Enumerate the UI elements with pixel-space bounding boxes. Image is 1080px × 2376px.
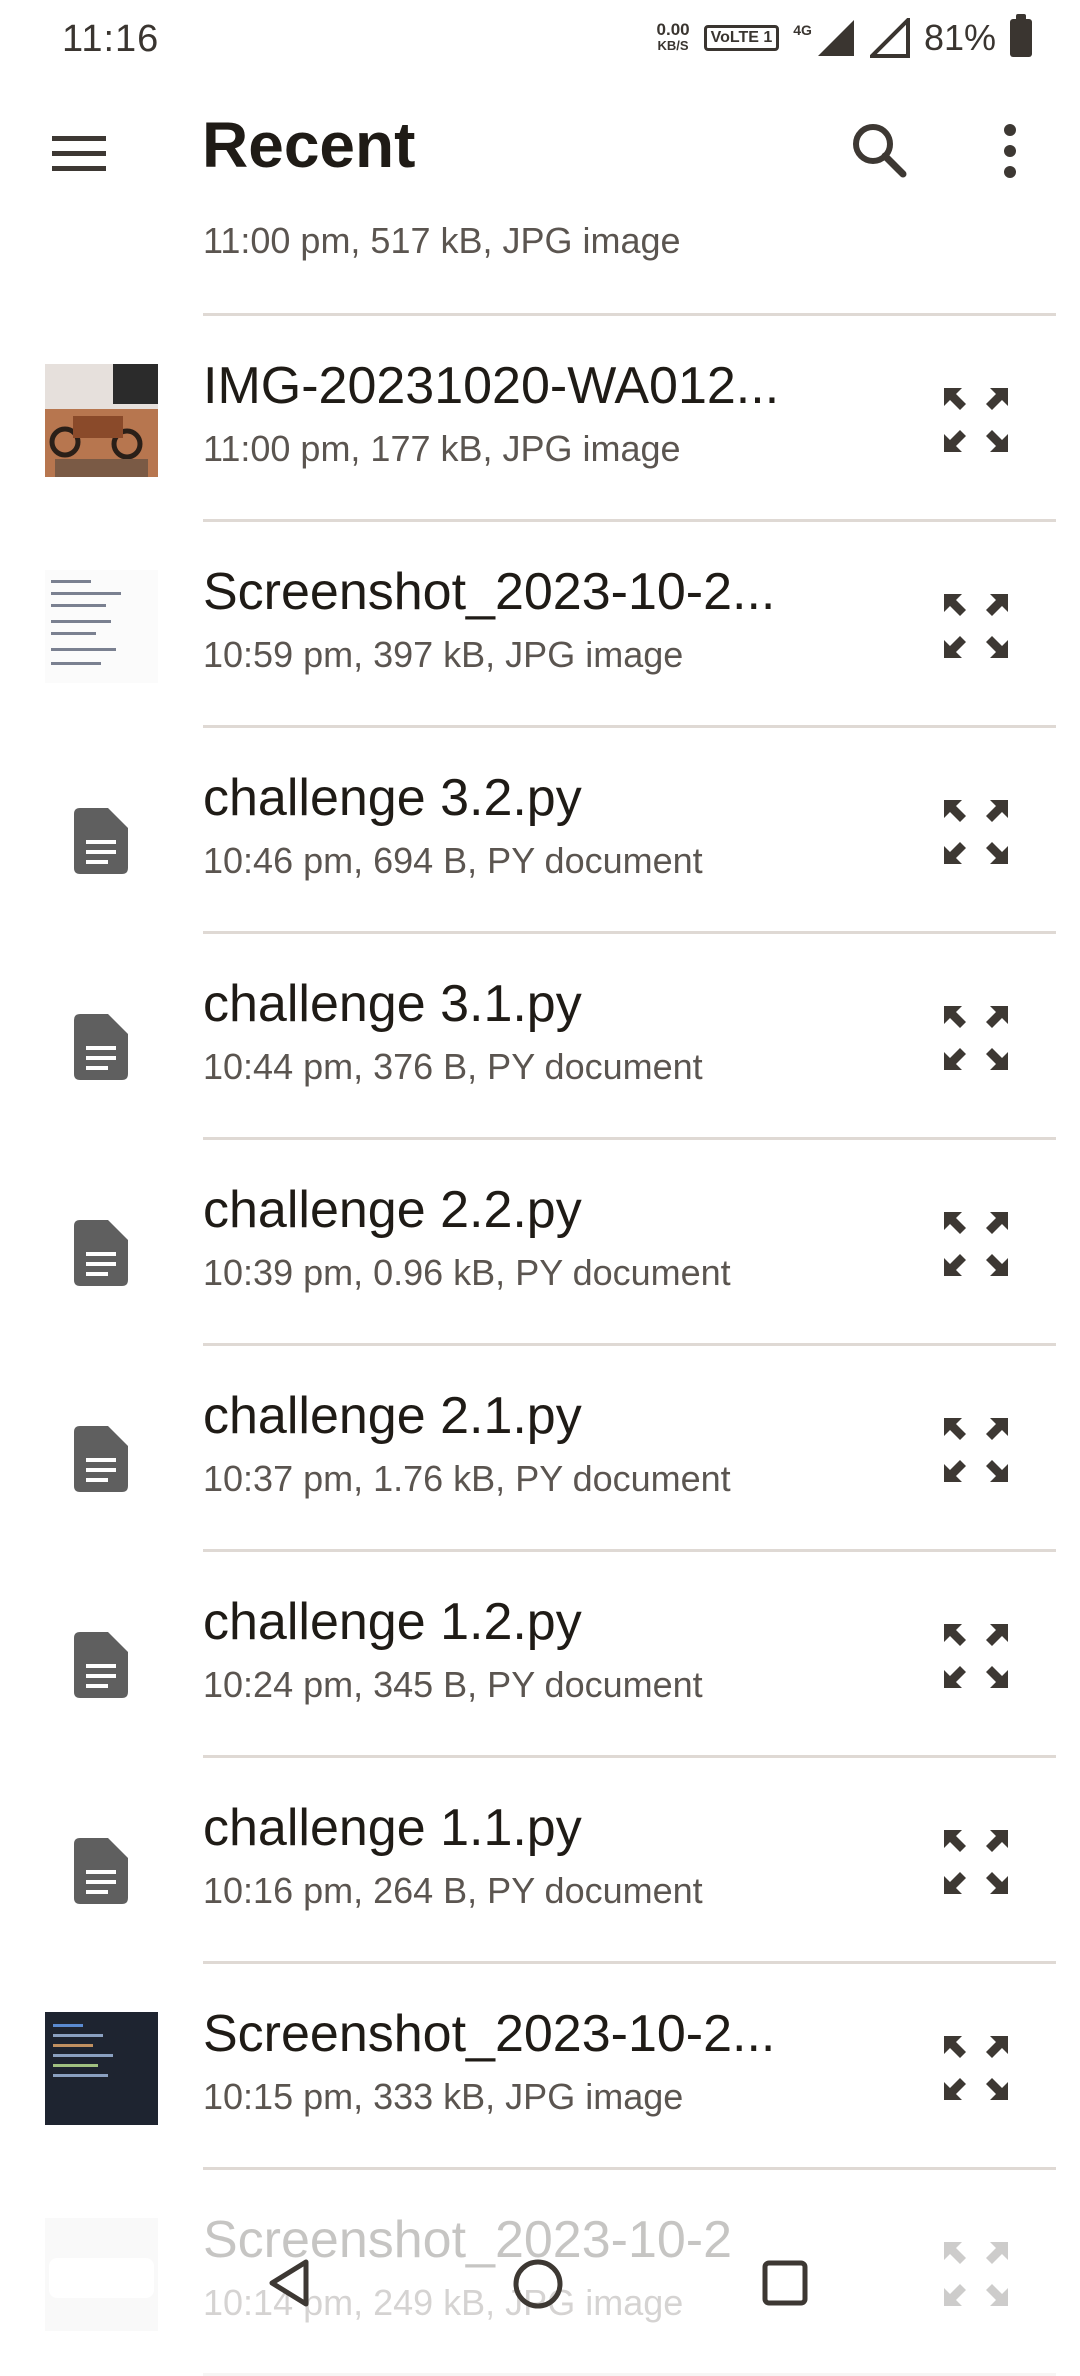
back-icon[interactable] [262, 2256, 316, 2310]
app-bar: Recent [0, 80, 1080, 215]
expand-preview-icon[interactable] [940, 1620, 1012, 1692]
battery-icon [1010, 14, 1032, 57]
file-meta: 11:00 pm, 177 kB, JPG image [203, 428, 681, 469]
recent-files-list: 11:00 pm, 517 kB, JPG image IMG-20231020-… [0, 144, 1080, 2376]
status-bar: 11:16 0.00 KB/S VoLTE 1 4G 81% [0, 0, 1080, 80]
speed-unit: KB/S [657, 38, 689, 53]
more-vert-icon[interactable] [985, 116, 1035, 186]
network-speed: 0.00 KB/S [656, 20, 690, 54]
file-meta: 10:24 pm, 345 B, PY document [203, 1664, 703, 1705]
network-type: 4G [793, 22, 812, 38]
document-icon [74, 1014, 128, 1080]
file-row[interactable]: IMG-20231020-WA012... 11:00 pm, 177 kB, J… [0, 316, 1080, 522]
file-row[interactable]: challenge 3.1.py 10:44 pm, 376 B, PY docu… [0, 934, 1080, 1140]
signal-icon [817, 20, 854, 56]
file-meta: 10:59 pm, 397 kB, JPG image [203, 634, 684, 675]
expand-preview-icon[interactable] [940, 796, 1012, 868]
file-row[interactable]: challenge 3.2.py 10:46 pm, 694 B, PY docu… [0, 728, 1080, 934]
file-meta: 10:37 pm, 1.76 kB, PY document [203, 1458, 731, 1499]
image-thumbnail [45, 364, 158, 477]
page-title: Recent [202, 109, 416, 181]
file-name: IMG-20231020-WA012... [203, 357, 780, 415]
document-icon [74, 1838, 128, 1904]
file-row[interactable]: challenge 1.2.py 10:24 pm, 345 B, PY docu… [0, 1552, 1080, 1758]
home-icon[interactable] [510, 2256, 566, 2312]
file-name: challenge 2.2.py [203, 1181, 582, 1239]
navigation-bar [0, 2236, 1080, 2340]
document-icon [74, 808, 128, 874]
file-meta: 10:15 pm, 333 kB, JPG image [203, 2076, 684, 2117]
file-name: challenge 2.1.py [203, 1387, 582, 1445]
file-meta: 10:16 pm, 264 B, PY document [203, 1870, 703, 1911]
file-row[interactable]: challenge 2.2.py 10:39 pm, 0.96 kB, PY do… [0, 1140, 1080, 1346]
battery-percent: 81% [923, 17, 996, 58]
expand-preview-icon[interactable] [940, 384, 1012, 456]
file-meta: 10:44 pm, 376 B, PY document [203, 1046, 703, 1087]
search-icon[interactable] [845, 116, 915, 186]
status-time: 11:16 [62, 18, 160, 60]
volte-icon: VoLTE 1 [703, 25, 780, 51]
speed-value: 0.00 [656, 20, 690, 39]
expand-preview-icon[interactable] [940, 590, 1012, 662]
file-meta: 10:46 pm, 694 B, PY document [203, 840, 703, 881]
status-icons: 0.00 KB/S VoLTE 1 4G 81% [656, 14, 1032, 60]
image-thumbnail [45, 2012, 158, 2125]
file-row[interactable]: Screenshot_2023-10-2... 10:59 pm, 397 kB,… [0, 522, 1080, 728]
file-row[interactable]: challenge 1.1.py 10:16 pm, 264 B, PY docu… [0, 1758, 1080, 1964]
file-name: challenge 1.2.py [203, 1593, 582, 1651]
expand-preview-icon[interactable] [940, 2032, 1012, 2104]
signal-icon-2 [869, 18, 910, 58]
menu-icon[interactable] [44, 124, 114, 182]
file-name: challenge 1.1.py [203, 1799, 582, 1857]
image-thumbnail [45, 570, 158, 683]
file-name: challenge 3.2.py [203, 769, 582, 827]
file-name: Screenshot_2023-10-2... [203, 2005, 776, 2063]
recents-icon[interactable] [760, 2258, 810, 2308]
file-row[interactable]: challenge 2.1.py 10:37 pm, 1.76 kB, PY do… [0, 1346, 1080, 1552]
file-meta: 11:00 pm, 517 kB, JPG image [203, 220, 681, 261]
expand-preview-icon[interactable] [940, 1414, 1012, 1486]
expand-preview-icon[interactable] [940, 1826, 1012, 1898]
file-meta: 10:39 pm, 0.96 kB, PY document [203, 1252, 731, 1293]
expand-preview-icon[interactable] [940, 1208, 1012, 1280]
document-icon [74, 1426, 128, 1492]
file-name: challenge 3.1.py [203, 975, 582, 1033]
file-row[interactable]: Screenshot_2023-10-2... 10:15 pm, 333 kB,… [0, 1964, 1080, 2170]
expand-preview-icon[interactable] [940, 1002, 1012, 1074]
document-icon [74, 1632, 128, 1698]
document-icon [74, 1220, 128, 1286]
file-name: Screenshot_2023-10-2... [203, 563, 776, 621]
